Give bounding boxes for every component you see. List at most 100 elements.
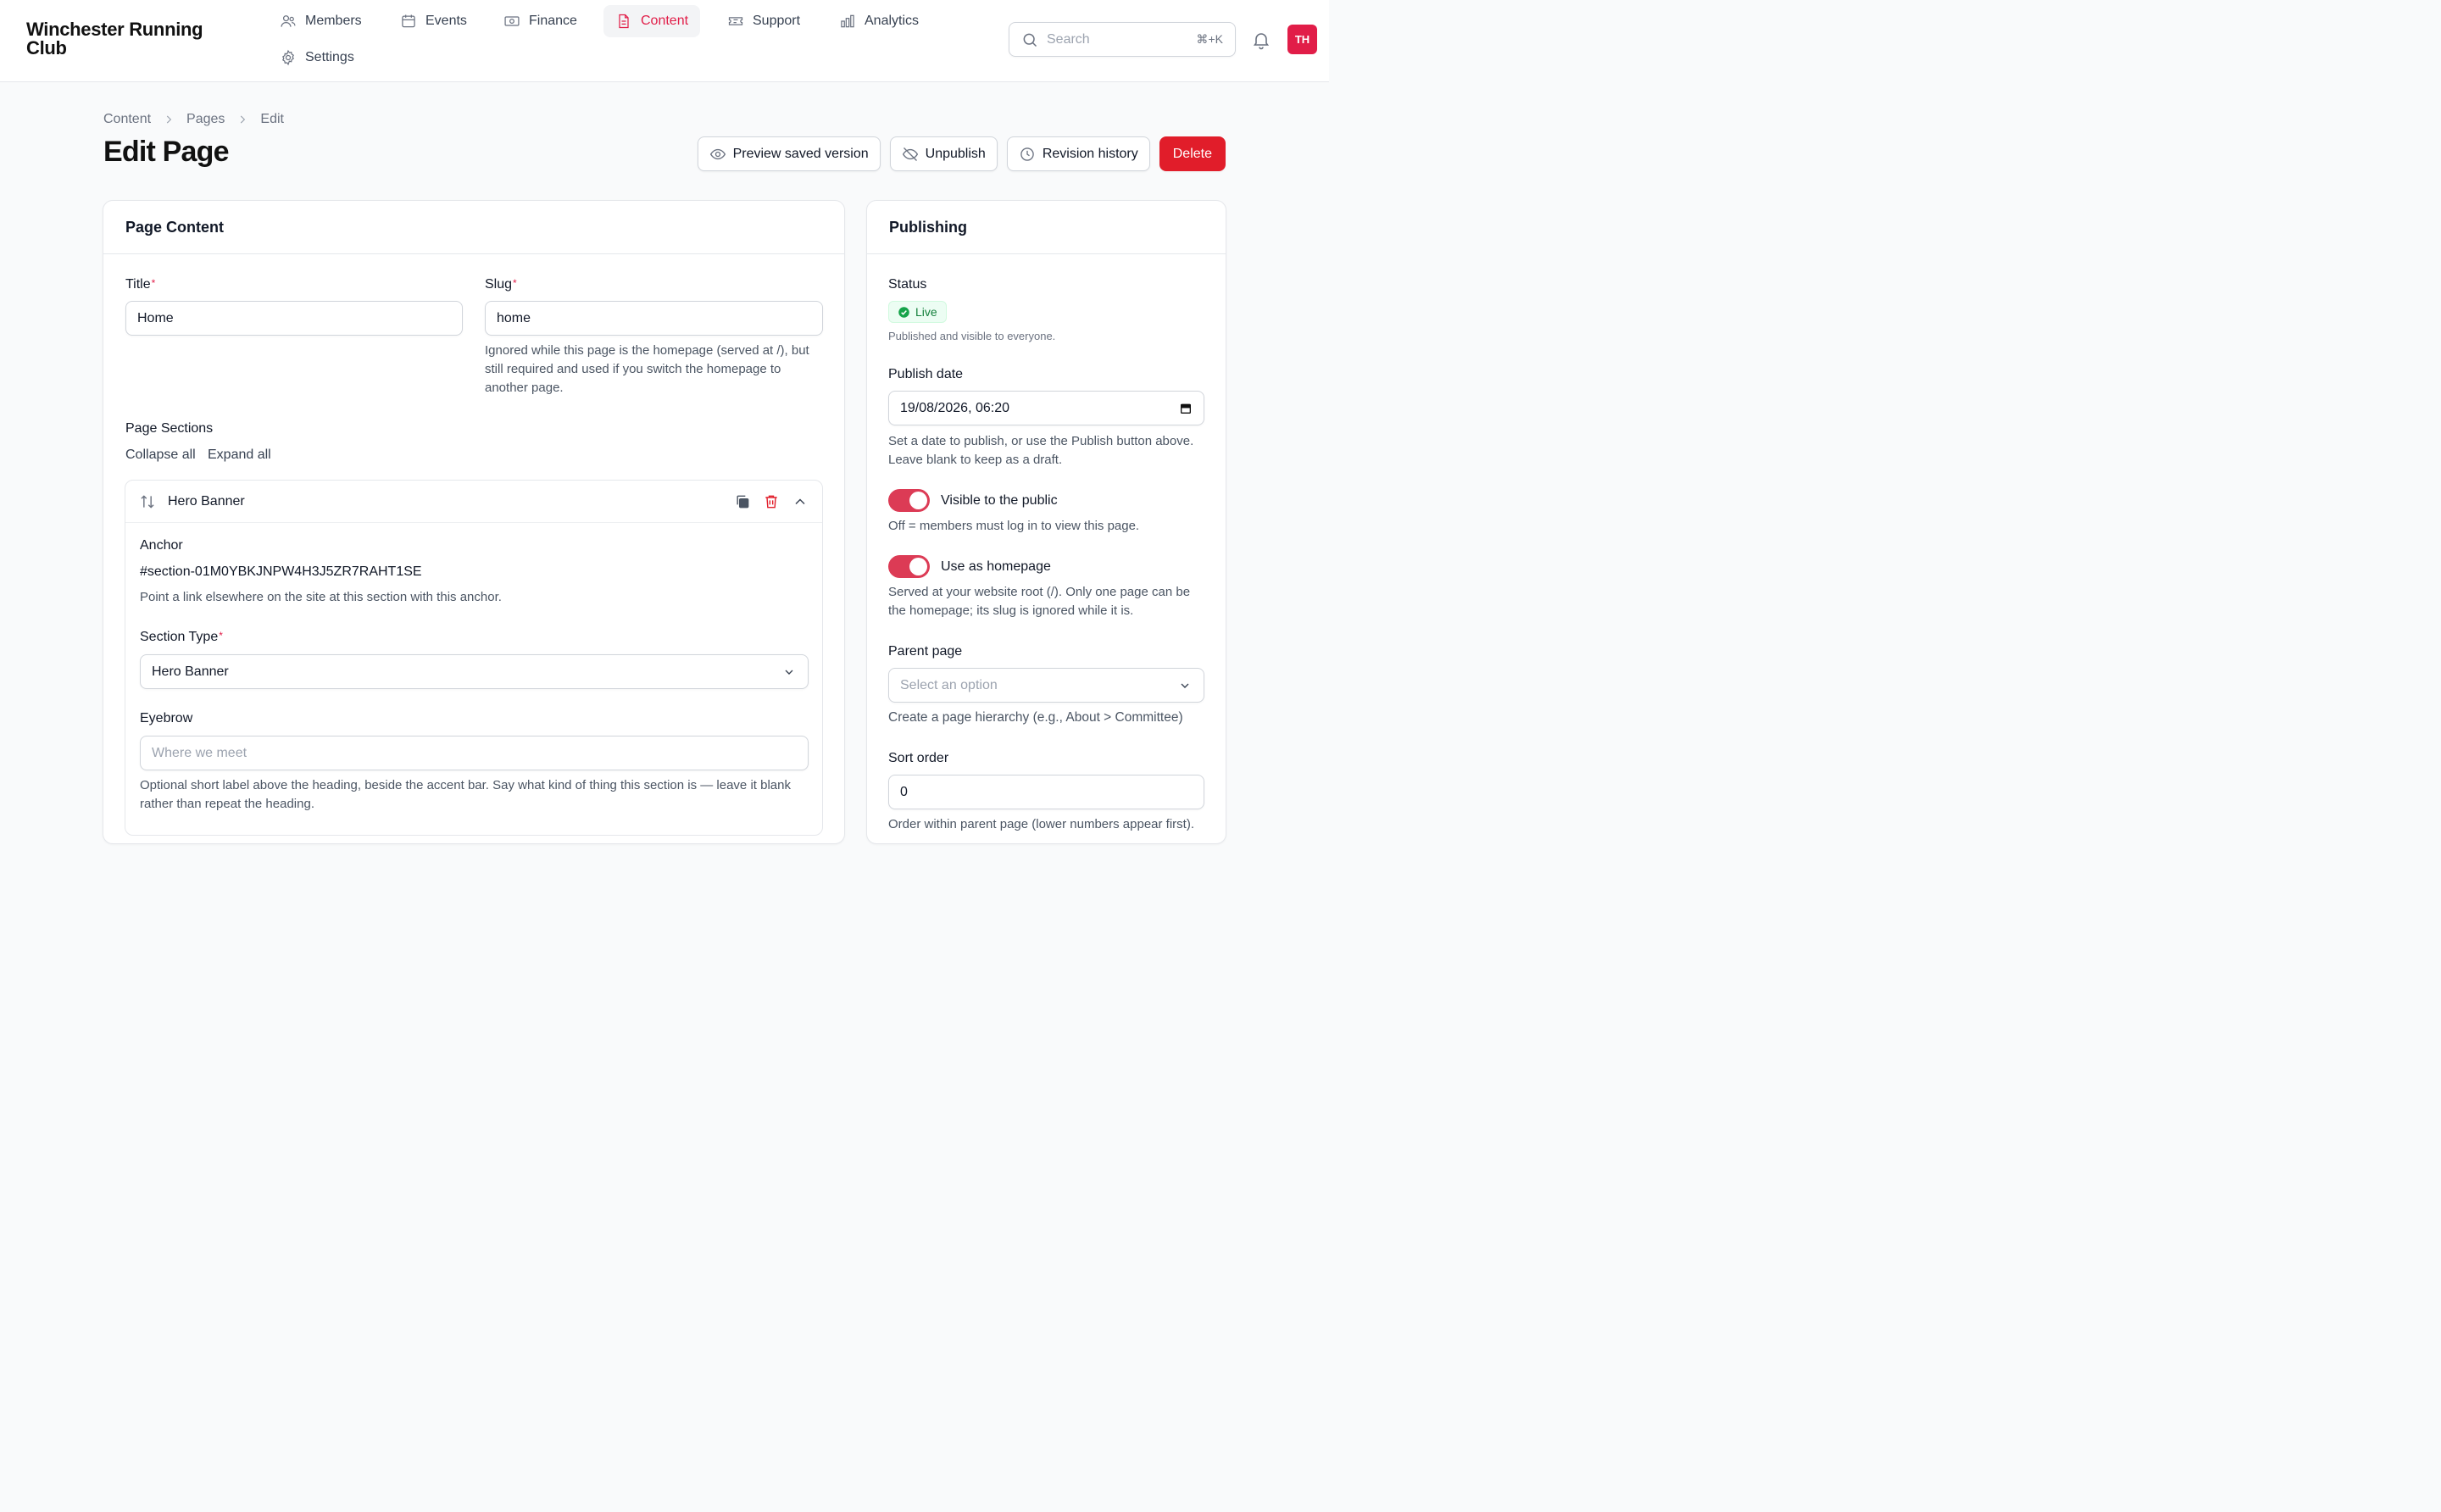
visible-help: Off = members must log in to view this p… bbox=[888, 519, 1140, 533]
parent-page-label: Parent page bbox=[888, 644, 963, 659]
status-value: Live bbox=[915, 305, 937, 319]
sort-order-input[interactable]: 0 bbox=[888, 775, 1204, 809]
nav-label: Events bbox=[425, 14, 467, 28]
expand-all-button[interactable]: Expand all bbox=[208, 447, 271, 463]
header-actions: Preview saved version Unpublish Revision… bbox=[697, 136, 1226, 171]
nav-item-content[interactable]: Content bbox=[603, 5, 701, 37]
title-label-text: Title bbox=[125, 277, 151, 292]
button-label: Preview saved version bbox=[732, 146, 869, 161]
top-bar: Winchester Running Club Members Events F… bbox=[0, 0, 1329, 82]
avatar[interactable]: TH bbox=[1287, 25, 1317, 54]
revision-history-button[interactable]: Revision history bbox=[1006, 136, 1150, 171]
page-title: Edit Page bbox=[103, 136, 230, 168]
title-input[interactable]: Home bbox=[125, 301, 463, 336]
eye-off-icon bbox=[902, 147, 918, 161]
eyebrow-help: Optional short label above the heading, … bbox=[140, 778, 791, 811]
delete-button[interactable]: Delete bbox=[1159, 136, 1226, 171]
nav-item-finance[interactable]: Finance bbox=[492, 5, 589, 37]
anchor-label: Anchor bbox=[140, 538, 183, 553]
collapse-section-button[interactable] bbox=[792, 493, 809, 510]
required-marker: * bbox=[513, 277, 517, 289]
card-heading: Publishing bbox=[867, 201, 1226, 254]
check-circle-icon bbox=[898, 306, 909, 318]
required-marker: * bbox=[219, 630, 223, 642]
breadcrumb-item[interactable]: Content bbox=[103, 112, 151, 127]
anchor-value: #section-01M0YBKJNPW4H3J5ZR7RAHT1SE bbox=[140, 564, 422, 579]
publishing-card: Publishing Status Live Published and vis… bbox=[866, 200, 1226, 844]
notifications-button[interactable] bbox=[1251, 30, 1271, 50]
duplicate-section-button[interactable] bbox=[734, 493, 751, 510]
calendar-icon bbox=[402, 14, 415, 28]
document-icon bbox=[619, 14, 629, 29]
users-icon bbox=[281, 15, 296, 27]
bell-icon bbox=[1253, 33, 1270, 50]
chevron-down-icon bbox=[782, 665, 796, 679]
eyebrow-label: Eyebrow bbox=[140, 711, 193, 725]
reorder-handle[interactable] bbox=[139, 493, 156, 510]
delete-section-button[interactable] bbox=[763, 493, 780, 510]
banknote-icon bbox=[504, 16, 520, 26]
parent-page-placeholder: Select an option bbox=[900, 677, 998, 692]
nav-label: Members bbox=[305, 14, 362, 28]
preview-button[interactable]: Preview saved version bbox=[697, 136, 881, 171]
homepage-help: Served at your website root (/). Only on… bbox=[888, 585, 1191, 618]
visible-toggle[interactable] bbox=[888, 489, 930, 512]
visible-label: Visible to the public bbox=[941, 493, 1058, 508]
unpublish-button[interactable]: Unpublish bbox=[889, 136, 998, 171]
chevron-right-icon bbox=[166, 115, 172, 124]
required-marker: * bbox=[151, 277, 156, 289]
chevron-right-icon bbox=[241, 115, 246, 124]
nav-label: Finance bbox=[529, 14, 577, 28]
search-shortcut: ⌘+K bbox=[1196, 32, 1223, 46]
parent-page-select[interactable]: Select an option bbox=[888, 668, 1204, 703]
sort-order-help: Order within parent page (lower numbers … bbox=[888, 817, 1194, 831]
button-label: Revision history bbox=[1042, 146, 1138, 161]
chevron-up-icon bbox=[795, 498, 805, 504]
eyebrow-input[interactable]: Where we meet bbox=[140, 736, 809, 770]
nav-label: Content bbox=[641, 14, 689, 28]
parent-page-help: Create a page hierarchy (e.g., About > C… bbox=[888, 710, 1183, 725]
status-label: Status bbox=[888, 277, 927, 292]
slug-label-text: Slug bbox=[485, 277, 513, 292]
publish-date-value: 19/08/2026, 06:20 bbox=[900, 400, 1010, 415]
slug-label: Slug* bbox=[485, 277, 517, 292]
section-type-select[interactable]: Hero Banner bbox=[140, 654, 809, 689]
status-help: Published and visible to everyone. bbox=[888, 330, 1056, 342]
search-input[interactable]: Search ⌘+K bbox=[1009, 22, 1236, 57]
button-label: Unpublish bbox=[925, 146, 986, 161]
publish-date-label: Publish date bbox=[888, 367, 964, 381]
brand-name[interactable]: Winchester Running Club bbox=[26, 20, 221, 58]
copy-icon bbox=[737, 495, 749, 508]
publish-date-input[interactable]: 19/08/2026, 06:20 bbox=[888, 391, 1204, 425]
breadcrumb-item[interactable]: Pages bbox=[186, 112, 225, 127]
nav-item-events[interactable]: Events bbox=[388, 5, 479, 37]
section-type-label: Section Type* bbox=[140, 630, 223, 645]
ticket-icon bbox=[728, 17, 743, 25]
anchor-help: Point a link elsewhere on the site at th… bbox=[140, 590, 502, 604]
page-sections-label: Page Sections bbox=[125, 421, 214, 436]
nav-item-analytics[interactable]: Analytics bbox=[827, 5, 931, 37]
calendar-icon[interactable] bbox=[1179, 402, 1193, 415]
homepage-toggle[interactable] bbox=[888, 555, 930, 578]
nav-item-members[interactable]: Members bbox=[268, 5, 374, 37]
section-item: Hero Banner Anchor #section-01M0YBKJNPW4… bbox=[125, 480, 823, 836]
card-heading: Page Content bbox=[103, 201, 844, 254]
search-placeholder: Search bbox=[1047, 31, 1090, 47]
slug-input[interactable]: home bbox=[485, 301, 823, 336]
collapse-all-button[interactable]: Collapse all bbox=[125, 447, 196, 463]
clock-icon bbox=[1020, 147, 1034, 161]
status-badge: Live bbox=[888, 301, 947, 323]
chevron-down-icon bbox=[1178, 679, 1192, 692]
search-icon bbox=[1023, 33, 1037, 47]
nav-label: Analytics bbox=[865, 14, 920, 28]
title-label: Title* bbox=[125, 277, 155, 292]
section-type-label-text: Section Type bbox=[140, 630, 219, 644]
breadcrumb: Content Pages Edit bbox=[103, 112, 284, 127]
slug-help: Ignored while this page is the homepage … bbox=[485, 343, 809, 395]
sort-order-label: Sort order bbox=[888, 751, 949, 765]
nav-item-settings[interactable]: Settings bbox=[268, 42, 366, 74]
nav-item-support[interactable]: Support bbox=[715, 5, 812, 37]
gear-icon bbox=[282, 49, 294, 66]
page-content-card: Page Content Title* Home Slug* home Igno… bbox=[103, 200, 845, 844]
section-title: Hero Banner bbox=[168, 493, 245, 509]
